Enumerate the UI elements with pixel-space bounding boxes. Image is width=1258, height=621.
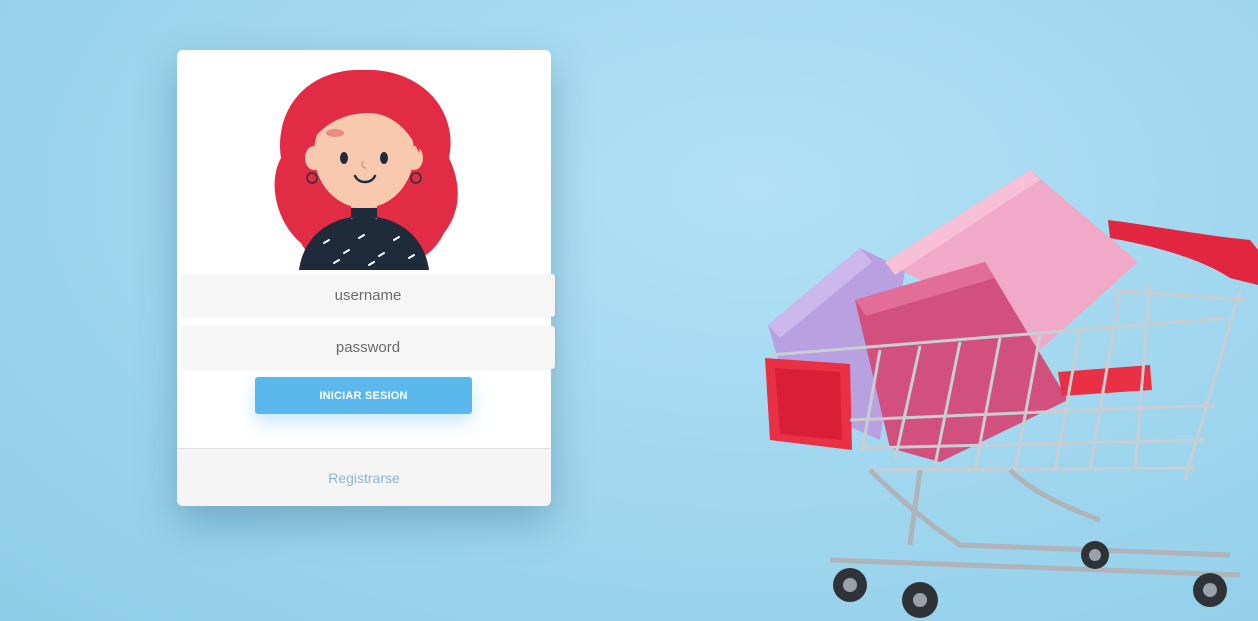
login-card: INICIAR SESION Registrarse	[177, 50, 555, 506]
password-input[interactable]	[181, 326, 555, 369]
login-button[interactable]: INICIAR SESION	[255, 377, 472, 414]
username-input[interactable]	[181, 274, 555, 317]
woman-avatar-icon	[274, 69, 458, 270]
cart-frame	[829, 468, 1241, 578]
card-footer: Registrarse	[177, 448, 551, 506]
register-link[interactable]: Registrarse	[328, 470, 400, 486]
